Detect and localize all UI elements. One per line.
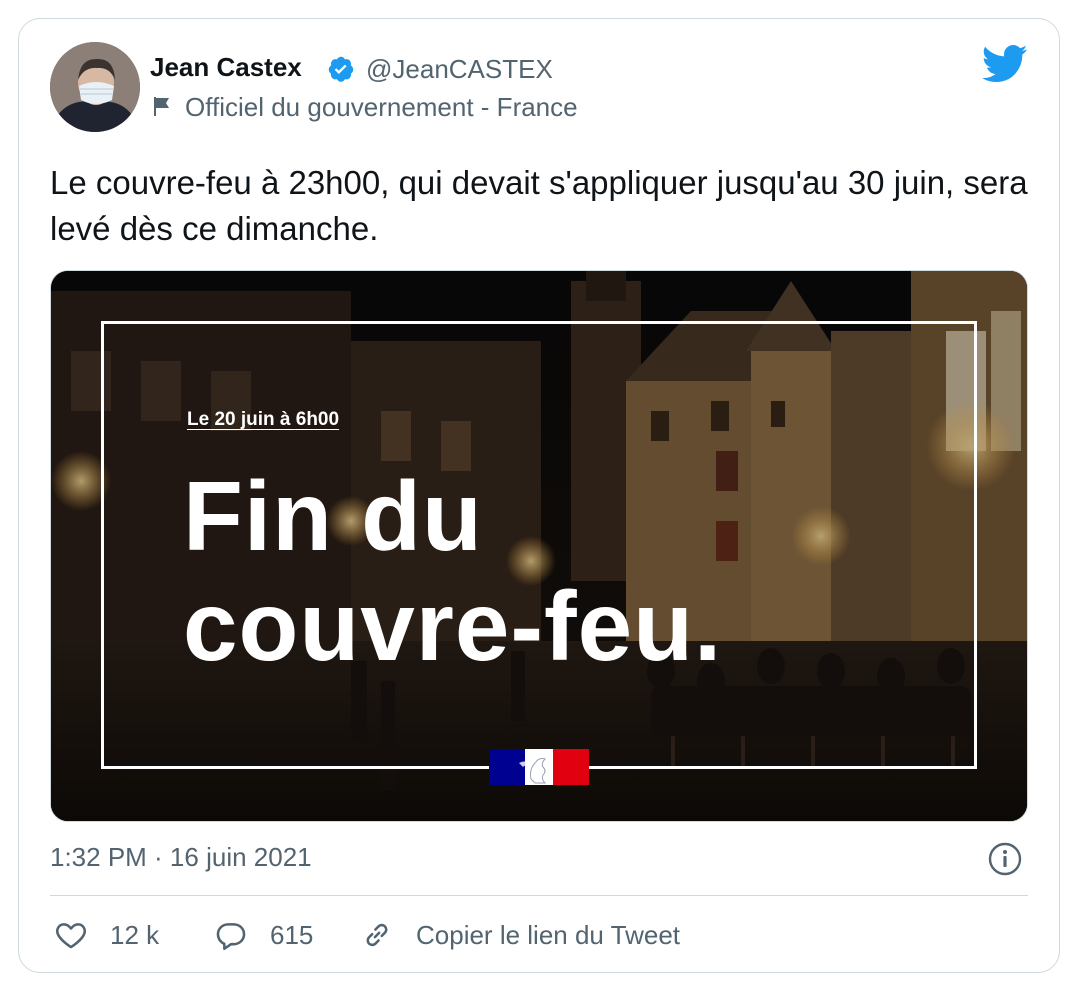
like-button[interactable]: 12 k — [54, 918, 159, 952]
media-headline-line-2: couvre-feu. — [183, 571, 723, 681]
media-subtitle: Le 20 juin à 6h00 — [187, 409, 340, 430]
heart-icon — [56, 923, 86, 949]
tweet-text: Le couvre-feu à 23h00, qui devait s'appl… — [50, 164, 1028, 247]
action-divider — [50, 895, 1028, 896]
author-display-name[interactable]: Jean Castex — [150, 52, 302, 83]
tweet-timestamp[interactable]: 1:32 PM · 16 juin 2021 — [50, 842, 312, 873]
verified-badge-icon — [328, 56, 354, 82]
like-count: 12 k — [110, 919, 160, 950]
speech-bubble-icon — [216, 923, 246, 951]
author-avatar[interactable] — [50, 42, 140, 132]
marianne-logo-icon — [489, 749, 589, 785]
copy-link-button[interactable]: Copier le lien du Tweet — [360, 918, 680, 952]
twitter-bird-icon[interactable] — [982, 44, 1028, 84]
reply-count: 615 — [270, 919, 314, 950]
reply-button[interactable]: 615 — [214, 918, 313, 952]
government-label: Officiel du gouvernement - France — [185, 92, 578, 122]
media-headline-line-1: Fin du — [183, 461, 483, 571]
link-icon — [366, 923, 388, 947]
info-icon[interactable] — [988, 842, 1022, 876]
government-flag-icon — [154, 97, 169, 116]
copy-link-label: Copier le lien du Tweet — [416, 919, 681, 950]
tweet-media-image[interactable]: Le 20 juin à 6h00 Fin du couvre-feu. — [50, 270, 1028, 822]
author-handle[interactable]: @JeanCASTEX — [366, 54, 553, 85]
